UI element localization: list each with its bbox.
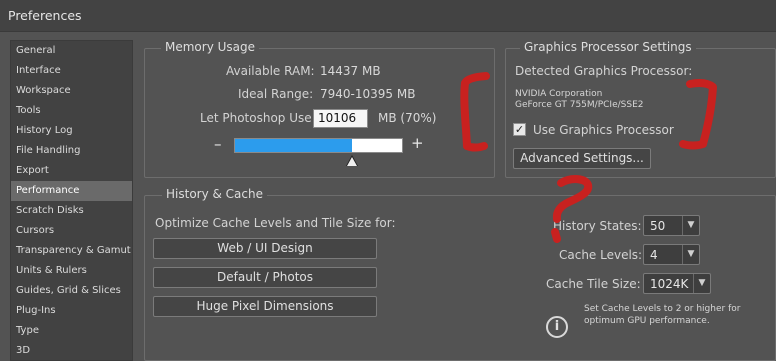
cache-tile-size-value: 1024K	[650, 277, 689, 291]
sidebar-item-general[interactable]: General	[11, 41, 132, 61]
detected-gpu-label: Detected Graphics Processor:	[515, 64, 693, 78]
sidebar-item-performance[interactable]: Performance	[11, 181, 132, 201]
cache-levels-dropdown[interactable]: 4 ▼	[643, 244, 700, 265]
available-ram-value: 14437 MB	[320, 64, 381, 78]
sidebar-item-transparency-gamut[interactable]: Transparency & Gamut	[11, 241, 132, 261]
gpu-model: GeForce GT 755M/PCIe/SSE2	[515, 100, 644, 110]
history-states-label: History States:	[553, 219, 642, 233]
advanced-settings-button[interactable]: Advanced Settings...	[513, 148, 651, 169]
huge-pixel-dimensions-button[interactable]: Huge Pixel Dimensions	[153, 296, 377, 317]
cache-levels-label: Cache Levels:	[559, 248, 643, 262]
title-bar: Preferences	[0, 0, 776, 32]
history-states-dropdown[interactable]: 50 ▼	[643, 215, 700, 236]
optimize-cache-label: Optimize Cache Levels and Tile Size for:	[155, 216, 396, 230]
memory-decrease-button[interactable]: –	[214, 135, 222, 153]
graphics-processor-title: Graphics Processor Settings	[520, 40, 696, 54]
sidebar-item-tools[interactable]: Tools	[11, 101, 132, 121]
sidebar-item-3d[interactable]: 3D	[11, 341, 132, 361]
cache-levels-value: 4	[650, 248, 658, 262]
sidebar-item-plug-ins[interactable]: Plug-Ins	[11, 301, 132, 321]
window-title: Preferences	[8, 8, 82, 23]
history-states-value: 50	[650, 219, 666, 233]
use-gpu-checkbox[interactable]: ✓	[513, 123, 526, 136]
web-ui-design-button[interactable]: Web / UI Design	[153, 238, 377, 259]
sidebar-item-type[interactable]: Type	[11, 321, 132, 341]
memory-slider-fill	[235, 139, 352, 152]
sidebar-item-scratch-disks[interactable]: Scratch Disks	[11, 201, 132, 221]
preferences-sidebar: General Interface Workspace Tools Histor…	[10, 40, 133, 361]
sidebar-item-file-handling[interactable]: File Handling	[11, 141, 132, 161]
let-photoshop-use-label: Let Photoshop Use:	[200, 111, 316, 125]
sidebar-item-interface[interactable]: Interface	[11, 61, 132, 81]
available-ram-label: Available RAM:	[226, 64, 315, 78]
sidebar-item-guides-grid-slices[interactable]: Guides, Grid & Slices	[11, 281, 132, 301]
gpu-cache-note-line2: optimum GPU performance.	[584, 316, 710, 326]
default-photos-button[interactable]: Default / Photos	[153, 267, 377, 288]
use-gpu-label: Use Graphics Processor	[533, 123, 674, 137]
sidebar-item-units-rulers[interactable]: Units & Rulers	[11, 261, 132, 281]
ideal-range-value: 7940-10395 MB	[320, 87, 416, 101]
ideal-range-label: Ideal Range:	[238, 87, 314, 101]
memory-usage-title: Memory Usage	[161, 40, 260, 54]
memory-unit-label: MB (70%)	[378, 111, 437, 125]
memory-slider[interactable]	[234, 138, 403, 153]
chevron-down-icon: ▼	[682, 245, 699, 264]
gpu-cache-note-line1: Set Cache Levels to 2 or higher for	[584, 304, 741, 314]
sidebar-item-export[interactable]: Export	[11, 161, 132, 181]
chevron-down-icon: ▼	[693, 274, 710, 293]
cache-tile-size-dropdown[interactable]: 1024K ▼	[643, 273, 711, 294]
chevron-down-icon: ▼	[682, 216, 699, 235]
sidebar-item-workspace[interactable]: Workspace	[11, 81, 132, 101]
sidebar-item-cursors[interactable]: Cursors	[11, 221, 132, 241]
sidebar-item-history-log[interactable]: History Log	[11, 121, 132, 141]
cache-tile-size-label: Cache Tile Size:	[546, 277, 641, 291]
history-cache-title: History & Cache	[162, 187, 267, 201]
memory-increase-button[interactable]: +	[411, 134, 424, 152]
memory-slider-thumb[interactable]	[347, 157, 358, 166]
info-icon: i	[546, 316, 568, 338]
memory-amount-input[interactable]: 10106	[313, 109, 368, 128]
